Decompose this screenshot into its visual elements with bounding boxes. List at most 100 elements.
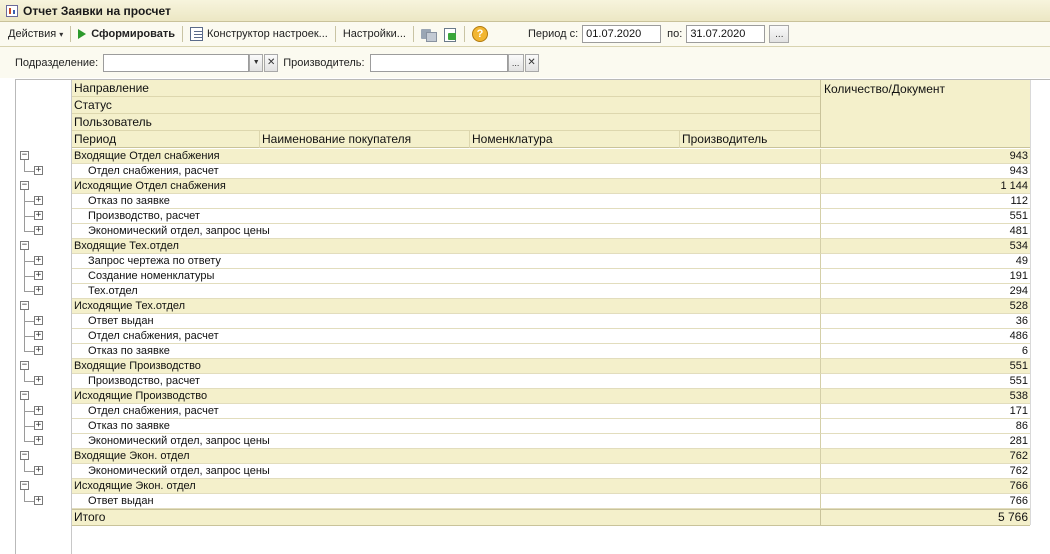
window-title: Отчет Заявки на просчет bbox=[23, 3, 171, 18]
period-from-input[interactable] bbox=[582, 25, 662, 43]
help-icon[interactable]: ? bbox=[471, 26, 488, 42]
manufacturer-input[interactable] bbox=[369, 53, 508, 72]
detail-row[interactable]: + Производство, расчет 551 bbox=[16, 209, 1030, 224]
tree-line bbox=[24, 291, 34, 292]
settings-label: Настройки... bbox=[342, 28, 406, 40]
expand-icon[interactable]: + bbox=[34, 286, 43, 295]
detail-row[interactable]: + Отдел снабжения, расчет 171 bbox=[16, 404, 1030, 419]
detail-label: Тех.отдел bbox=[72, 284, 820, 299]
expand-icon[interactable]: + bbox=[34, 166, 43, 175]
group-row[interactable]: − Исходящие Тех.отдел 528 bbox=[16, 299, 1030, 314]
detail-label: Отказ по заявке bbox=[72, 419, 820, 434]
manufacturer-label: Производитель: bbox=[283, 56, 365, 69]
group-row[interactable]: − Исходящие Производство 538 bbox=[16, 389, 1030, 404]
period-to-input[interactable] bbox=[686, 25, 766, 43]
save-settings-icon[interactable] bbox=[420, 27, 437, 42]
detail-label: Экономический отдел, запрос цены bbox=[72, 464, 820, 479]
group-row[interactable]: − Входящие Экон. отдел 762 bbox=[16, 449, 1030, 464]
detail-label: Ответ выдан bbox=[72, 314, 820, 329]
collapse-icon[interactable]: − bbox=[20, 451, 29, 460]
report-header: Направление Статус Пользователь Период Н… bbox=[72, 80, 1030, 148]
detail-row[interactable]: + Запрос чертежа по ответу 49 bbox=[16, 254, 1030, 269]
period-select-button[interactable]: ... bbox=[769, 25, 790, 43]
expand-icon[interactable]: + bbox=[34, 421, 43, 430]
report-rows: − Входящие Отдел снабжения 943 + Отдел снабж… bbox=[16, 149, 1030, 509]
collapse-icon[interactable]: − bbox=[20, 301, 29, 310]
expand-icon[interactable]: + bbox=[34, 316, 43, 325]
quantity-cell: 528 bbox=[820, 299, 1030, 314]
division-dropdown-button[interactable]: ▼ bbox=[249, 53, 264, 72]
group-label: Входящие Производство bbox=[72, 359, 820, 374]
toolbar-divider bbox=[334, 26, 336, 42]
expand-icon[interactable]: + bbox=[34, 496, 43, 505]
header-customer-name: Наименование покупателя bbox=[260, 131, 470, 148]
detail-row[interactable]: + Ответ выдан 766 bbox=[16, 494, 1030, 509]
detail-row[interactable]: + Отказ по заявке 86 bbox=[16, 419, 1030, 434]
group-label: Входящие Экон. отдел bbox=[72, 449, 820, 464]
detail-row[interactable]: + Тех.отдел 294 bbox=[16, 284, 1030, 299]
manufacturer-choose-button[interactable]: ... bbox=[507, 53, 524, 72]
detail-row[interactable]: + Ответ выдан 36 bbox=[16, 314, 1030, 329]
header-status: Статус bbox=[72, 97, 820, 114]
collapse-icon[interactable]: − bbox=[20, 361, 29, 370]
group-row[interactable]: − Входящие Тех.отдел 534 bbox=[16, 239, 1030, 254]
detail-row[interactable]: + Отказ по заявке 6 bbox=[16, 344, 1030, 359]
group-row[interactable]: − Исходящие Отдел снабжения 1 144 bbox=[16, 179, 1030, 194]
expand-icon[interactable]: + bbox=[34, 436, 43, 445]
detail-row[interactable]: + Отдел снабжения, расчет 486 bbox=[16, 329, 1030, 344]
detail-label: Отказ по заявке bbox=[72, 344, 820, 359]
detail-row[interactable]: + Производство, расчет 551 bbox=[16, 374, 1030, 389]
quantity-cell: 481 bbox=[820, 224, 1030, 239]
detail-label: Отдел снабжения, расчет bbox=[72, 164, 820, 179]
detail-row[interactable]: + Отдел снабжения, расчет 943 bbox=[16, 164, 1030, 179]
expand-icon[interactable]: + bbox=[34, 406, 43, 415]
header-detail-row: Период Наименование покупателя Номенклат… bbox=[72, 131, 820, 148]
manufacturer-clear-button[interactable]: ✕ bbox=[524, 53, 539, 72]
load-settings-icon[interactable] bbox=[442, 27, 458, 42]
collapse-icon[interactable]: − bbox=[20, 391, 29, 400]
collapse-icon[interactable]: − bbox=[20, 481, 29, 490]
group-label: Входящие Тех.отдел bbox=[72, 239, 820, 254]
collapse-icon[interactable]: − bbox=[20, 241, 29, 250]
quantity-cell: 943 bbox=[820, 164, 1030, 179]
collapse-icon[interactable]: − bbox=[20, 181, 29, 190]
settings-button[interactable]: Настройки... bbox=[339, 24, 410, 45]
toolbar-divider bbox=[412, 26, 414, 42]
detail-row[interactable]: + Экономический отдел, запрос цены 762 bbox=[16, 464, 1030, 479]
detail-row[interactable]: + Создание номенклатуры 191 bbox=[16, 269, 1030, 284]
expand-icon[interactable]: + bbox=[34, 271, 43, 280]
right-border-line bbox=[1030, 80, 1031, 525]
detail-row[interactable]: + Отказ по заявке 112 bbox=[16, 194, 1030, 209]
expand-icon[interactable]: + bbox=[34, 346, 43, 355]
collapse-icon[interactable]: − bbox=[20, 151, 29, 160]
quantity-cell: 281 bbox=[820, 434, 1030, 449]
expand-icon[interactable]: + bbox=[34, 331, 43, 340]
division-label: Подразделение: bbox=[15, 56, 99, 69]
settings-constructor-button[interactable]: Конструктор настроек... bbox=[186, 24, 332, 45]
quantity-cell: 294 bbox=[820, 284, 1030, 299]
expand-icon[interactable]: + bbox=[34, 466, 43, 475]
actions-menu-button[interactable]: Действия ▾ bbox=[4, 24, 67, 45]
detail-label: Отдел снабжения, расчет bbox=[72, 404, 820, 419]
expand-icon[interactable]: + bbox=[34, 376, 43, 385]
toolbar: Действия ▾ Сформировать Конструктор наст… bbox=[0, 22, 1050, 47]
group-row[interactable]: − Входящие Отдел снабжения 943 bbox=[16, 149, 1030, 164]
generate-button[interactable]: Сформировать bbox=[74, 24, 179, 45]
report-spreadsheet[interactable]: Направление Статус Пользователь Период Н… bbox=[15, 79, 1050, 554]
expand-icon[interactable]: + bbox=[34, 226, 43, 235]
expand-icon[interactable]: + bbox=[34, 256, 43, 265]
quantity-cell: 762 bbox=[820, 464, 1030, 479]
tree-line bbox=[24, 321, 34, 322]
quantity-cell: 538 bbox=[820, 389, 1030, 404]
detail-label: Производство, расчет bbox=[72, 209, 820, 224]
group-row[interactable]: − Исходящие Экон. отдел 766 bbox=[16, 479, 1030, 494]
division-clear-button[interactable]: ✕ bbox=[264, 53, 279, 72]
division-input[interactable] bbox=[103, 53, 250, 72]
group-row[interactable]: − Входящие Производство 551 bbox=[16, 359, 1030, 374]
expand-icon[interactable]: + bbox=[34, 196, 43, 205]
expand-icon[interactable]: + bbox=[34, 211, 43, 220]
detail-row[interactable]: + Экономический отдел, запрос цены 481 bbox=[16, 224, 1030, 239]
group-label: Исходящие Экон. отдел bbox=[72, 479, 820, 494]
detail-row[interactable]: + Экономический отдел, запрос цены 281 bbox=[16, 434, 1030, 449]
filter-bar: Подразделение: ▼ ✕ Производитель: ... ✕ bbox=[0, 47, 1050, 78]
